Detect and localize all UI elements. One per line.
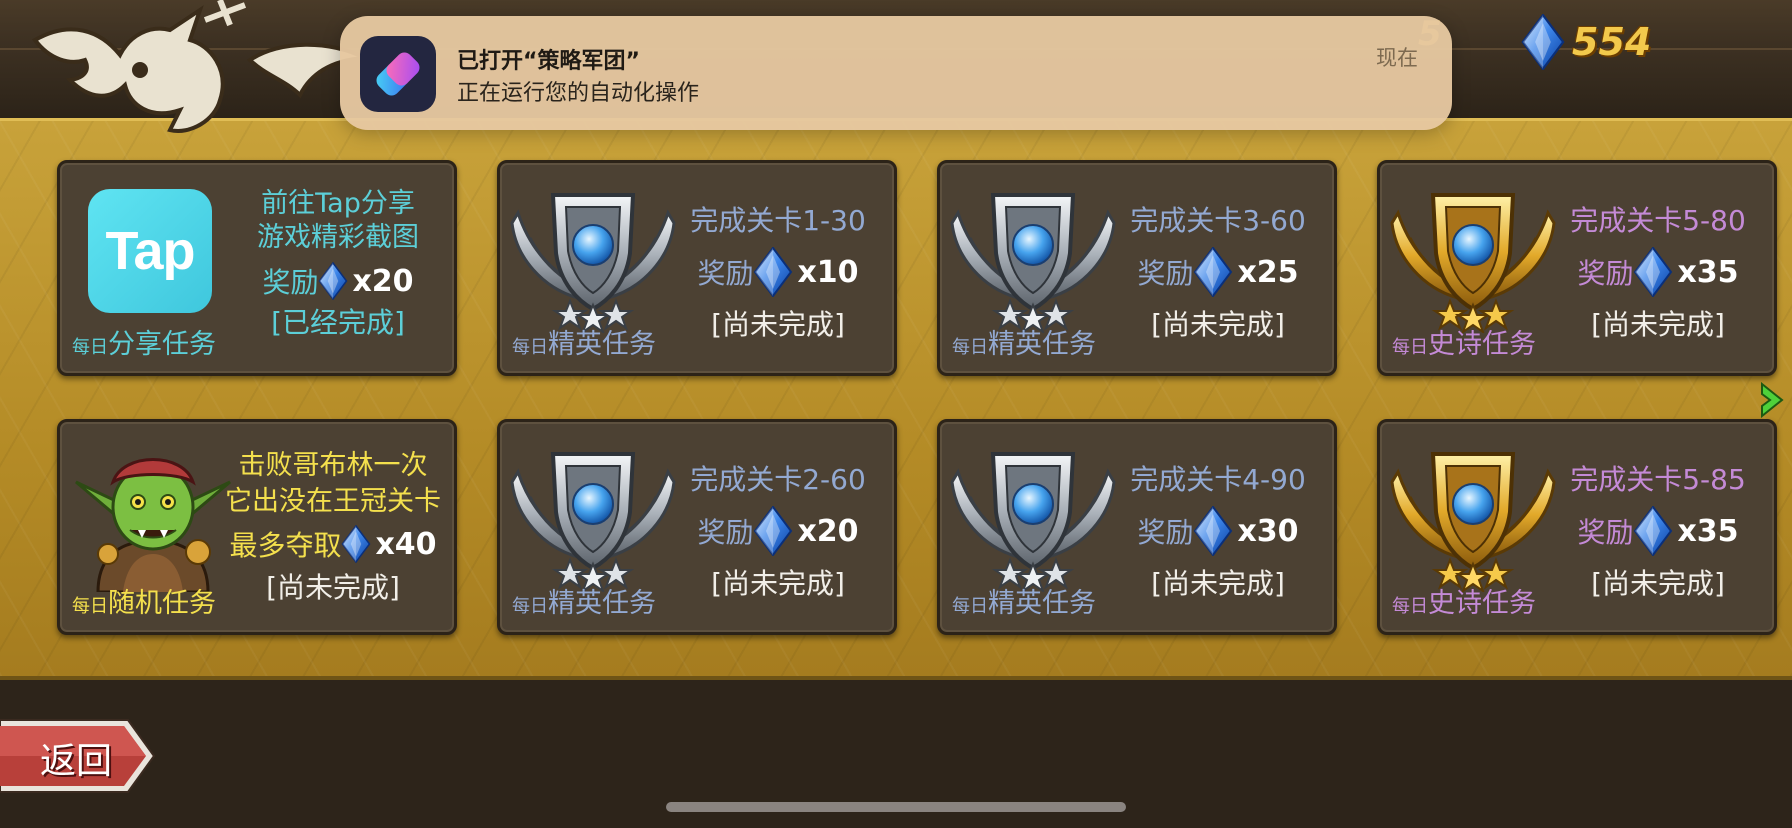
- shortcuts-icon: [360, 36, 436, 112]
- mission-info: 击败哥布林一次 它出没在王冠关卡 最多夺取 x40 [尚未完成]: [220, 448, 446, 606]
- mission-status: [尚未完成]: [1591, 567, 1725, 600]
- mission-goal: 完成关卡1-30: [690, 204, 866, 237]
- reward-count: x25: [1237, 254, 1299, 290]
- notification-time: 现在: [1376, 46, 1418, 70]
- back-label: 返回: [40, 741, 113, 782]
- mission-reward: 奖励 x30: [1110, 506, 1326, 556]
- mission-reward: 奖励 x10: [670, 247, 886, 297]
- mission-goal-line1: 击败哥布林一次: [238, 450, 428, 481]
- mission-card-elite-3-60[interactable]: 每日精英任务 完成关卡3-60 奖励 x25 [尚未完成]: [937, 160, 1337, 376]
- reward-count: x40: [375, 526, 437, 562]
- mission-reward: 奖励 x35: [1550, 247, 1766, 297]
- gem-icon: [1633, 247, 1673, 297]
- notification-body: 正在运行您的自动化操作: [457, 81, 700, 106]
- home-indicator[interactable]: [666, 802, 1126, 812]
- mission-status: [尚未完成]: [266, 571, 400, 604]
- mission-info: 完成关卡2-60 奖励 x20 [尚未完成]: [670, 462, 886, 602]
- mission-card-elite-4-90[interactable]: 每日精英任务 完成关卡4-90 奖励 x30 [尚未完成]: [937, 419, 1337, 635]
- mission-reward: 奖励 x20: [670, 506, 886, 556]
- game-screen: 5 554 Tap 每日分享任务 前往Tap分享 游戏精彩截图 奖励 x20 […: [0, 0, 1792, 828]
- goblin-portrait-icon: [68, 442, 238, 592]
- mission-card-share[interactable]: Tap 每日分享任务 前往Tap分享 游戏精彩截图 奖励 x20 [已经完成]: [57, 160, 457, 376]
- gem-icon: [318, 262, 348, 300]
- silver-wing-shield-icon: [948, 183, 1118, 333]
- mission-card-epic-5-85[interactable]: 每日史诗任务 完成关卡5-85 奖励 x35 [尚未完成]: [1377, 419, 1777, 635]
- notification-banner[interactable]: 已打开“策略军团” 正在运行您的自动化操作 现在: [340, 16, 1452, 130]
- reward-count: x20: [352, 263, 414, 299]
- mission-goal-line1: 前往Tap分享: [261, 188, 415, 219]
- silver-wing-shield-icon: [508, 183, 678, 333]
- mission-info: 完成关卡3-60 奖励 x25 [尚未完成]: [1110, 203, 1326, 343]
- reward-count: x20: [797, 513, 859, 549]
- mission-card-elite-1-30[interactable]: 每日精英任务 完成关卡1-30 奖励 x10 [尚未完成]: [497, 160, 897, 376]
- gem-icon: [341, 525, 371, 563]
- mission-reward: 奖励 x25: [1110, 247, 1326, 297]
- mission-reward: 最多夺取 x40: [229, 525, 437, 563]
- mission-badge: 每日精英任务: [952, 588, 1096, 619]
- reward-count: x35: [1677, 513, 1739, 549]
- mission-card-random[interactable]: 每日随机任务 击败哥布林一次 它出没在王冠关卡 最多夺取 x40 [尚未完成]: [57, 419, 457, 635]
- mission-badge: 每日分享任务: [72, 329, 216, 360]
- gem-icon: [753, 506, 793, 556]
- mission-goal: 完成关卡3-60: [1130, 204, 1306, 237]
- mission-badge: 每日精英任务: [512, 329, 656, 360]
- gem-icon: [1193, 247, 1233, 297]
- mission-goal: 完成关卡5-85: [1570, 463, 1746, 496]
- mission-reward: 奖励 x35: [1550, 506, 1766, 556]
- mission-status: [尚未完成]: [1151, 308, 1285, 341]
- mission-info: 完成关卡5-85 奖励 x35 [尚未完成]: [1550, 462, 1766, 602]
- notification-title: 已打开“策略军团”: [457, 49, 640, 74]
- mission-badge: 每日史诗任务: [1392, 329, 1536, 360]
- mission-goal: 完成关卡5-80: [1570, 204, 1746, 237]
- mission-card-epic-5-80[interactable]: 每日史诗任务 完成关卡5-80 奖励 x35 [尚未完成]: [1377, 160, 1777, 376]
- mission-info: 完成关卡4-90 奖励 x30 [尚未完成]: [1110, 462, 1326, 602]
- tap-logo-icon: Tap: [88, 189, 212, 313]
- reward-count: x30: [1237, 513, 1299, 549]
- back-button[interactable]: 返回: [0, 716, 158, 796]
- silver-wing-shield-icon: [948, 442, 1118, 592]
- reward-count: x35: [1677, 254, 1739, 290]
- mission-reward: 奖励 x20: [262, 262, 414, 300]
- gem-icon: [1520, 14, 1566, 70]
- silver-wing-shield-icon: [508, 442, 678, 592]
- mission-goal: 完成关卡4-90: [1130, 463, 1306, 496]
- mission-badge: 每日精英任务: [512, 588, 656, 619]
- gem-icon: [753, 247, 793, 297]
- mission-info: 前往Tap分享 游戏精彩截图 奖励 x20 [已经完成]: [230, 187, 446, 341]
- gold-wing-shield-icon: [1388, 442, 1558, 592]
- mission-card-elite-2-60[interactable]: 每日精英任务 完成关卡2-60 奖励 x20 [尚未完成]: [497, 419, 897, 635]
- gem-currency[interactable]: 554: [1520, 12, 1651, 72]
- gem-icon: [1193, 506, 1233, 556]
- gem-count: 554: [1572, 20, 1652, 64]
- mission-info: 完成关卡5-80 奖励 x35 [尚未完成]: [1550, 203, 1766, 343]
- gold-wing-shield-icon: [1388, 183, 1558, 333]
- gem-icon: [1633, 506, 1673, 556]
- mission-goal: 完成关卡2-60: [690, 463, 866, 496]
- mission-goal-line2: 游戏精彩截图: [257, 222, 419, 253]
- mission-info: 完成关卡1-30 奖励 x10 [尚未完成]: [670, 203, 886, 343]
- mission-badge: 每日精英任务: [952, 329, 1096, 360]
- mission-status: [尚未完成]: [711, 567, 845, 600]
- mission-badge: 每日史诗任务: [1392, 588, 1536, 619]
- chevron-right-icon[interactable]: [1758, 382, 1786, 418]
- mission-goal-line2: 它出没在王冠关卡: [225, 486, 441, 517]
- reward-count: x10: [797, 254, 859, 290]
- mission-badge: 每日随机任务: [72, 588, 216, 619]
- mission-status: [已经完成]: [271, 306, 405, 339]
- mission-status: [尚未完成]: [711, 308, 845, 341]
- mission-status: [尚未完成]: [1151, 567, 1285, 600]
- mission-status: [尚未完成]: [1591, 308, 1725, 341]
- dragon-logo-icon: [32, 0, 370, 133]
